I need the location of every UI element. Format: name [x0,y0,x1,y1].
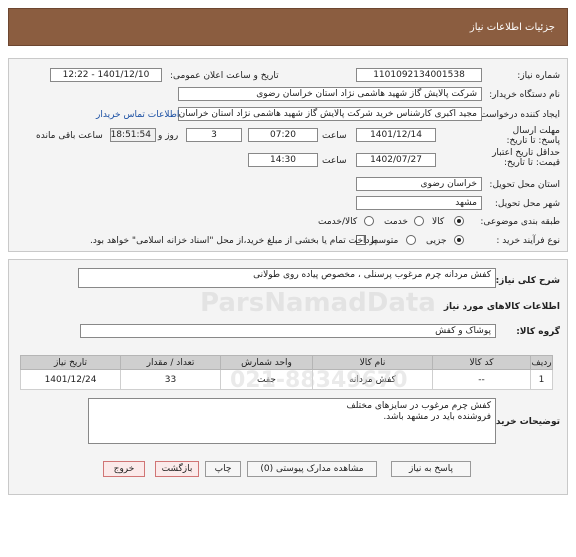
deadline-time-field: 07:20 [248,128,318,142]
category-option-service: خدمت [384,217,408,227]
city-field: مشهد [356,196,482,210]
province-label: استان محل تحویل: [489,180,560,190]
col-date: تاریخ نیاز [20,355,121,370]
days-remaining-field: 3 [186,128,242,142]
col-qty: تعداد / مقدار [120,355,221,370]
goods-section-title: اطلاعات کالاهای مورد نیاز [443,302,560,312]
process-label: نوع فرآیند خرید : [496,236,560,246]
days-label: روز و [158,131,179,141]
buyer-notes-line-1: کفش چرم مرغوب در سایزهای مختلف [346,401,491,411]
cell-code: -- [432,369,531,390]
exit-button[interactable]: خروج [103,461,145,477]
province-field: خراسان رضوی [356,177,482,191]
deadline-date-field: 1401/12/14 [356,128,436,142]
col-code: کد کالا [432,355,531,370]
category-option-goods-service: کالا/خدمت [318,217,358,227]
process-radio-minor[interactable] [454,235,464,245]
city-label: شهر محل تحویل: [494,199,560,209]
category-option-goods: کالا [432,217,445,227]
creator-label: ایجاد کننده درخواست: [477,110,560,120]
need-number-label: شماره نیاز: [517,71,560,81]
page-header: جزئیات اطلاعات نیاز [8,8,568,46]
category-radio-goods[interactable] [454,216,464,226]
process-radio-medium[interactable] [406,235,416,245]
validity-time-field: 14:30 [248,153,318,167]
buyer-org-label: نام دستگاه خریدار: [489,90,560,100]
cell-qty: 33 [120,369,221,390]
reply-button[interactable]: پاسخ به نیاز [391,461,471,477]
print-button[interactable]: چاپ [205,461,241,477]
process-option-minor: جزیی [426,236,447,246]
treasury-payment-note: پرداخت تمام یا بخشی از مبلغ خرید،از محل … [90,236,378,246]
watermark-brand: ParsNamadData [200,288,436,318]
remaining-label: ساعت باقی مانده [36,131,103,141]
buyer-notes-line-2: فروشنده باید در مشهد باشد. [383,412,491,422]
page-title: جزئیات اطلاعات نیاز [469,22,555,33]
announce-datetime-field: 1401/12/10 - 12:22 [50,68,162,82]
validity-label: حداقل تاریخ اعتبار قیمت: تا تاریخ: [492,148,560,168]
cell-date: 1401/12/24 [20,369,121,390]
remaining-time-field: 18:51:54 [110,128,156,142]
creator-field: مجید اکبری کارشناس خرید شرکت پالایش گاز … [178,107,482,121]
need-number-field: 1101092134001538 [356,68,482,82]
back-button[interactable]: بازگشت [155,461,199,477]
buyer-org-field: شرکت پالایش گاز شهید هاشمی نژاد استان خر… [178,87,482,101]
deadline-time-label: ساعت [322,131,347,141]
category-radio-goods-service[interactable] [364,216,374,226]
cell-row: 1 [530,369,553,390]
col-row: ردیف [530,355,553,370]
goods-group-field: پوشاک و کفش [80,324,496,338]
buyer-notes-field: کفش چرم مرغوب در سایزهای مختلف فروشنده ب… [88,398,496,444]
validity-time-label: ساعت [322,156,347,166]
deadline-label: مهلت ارسال پاسخ: تا تاریخ: [506,126,560,146]
category-label: طبقه بندی موضوعی: [480,217,560,227]
watermark-phone: 021-88349670 [230,368,408,393]
category-radio-service[interactable] [414,216,424,226]
description-label: شرح کلی نیاز: [495,276,560,286]
buyer-contact-link[interactable]: اطلاعات تماس خریدار [96,110,179,120]
attachments-button[interactable]: مشاهده مدارک پیوستی (0) [247,461,377,477]
announce-label: تاریخ و ساعت اعلان عمومی: [170,71,279,81]
description-field: کفش مردانه چرم مرغوب پرسنلی ، مخصوص پیاد… [78,268,496,288]
validity-date-field: 1402/07/27 [356,153,436,167]
goods-group-label: گروه کالا: [516,327,560,337]
